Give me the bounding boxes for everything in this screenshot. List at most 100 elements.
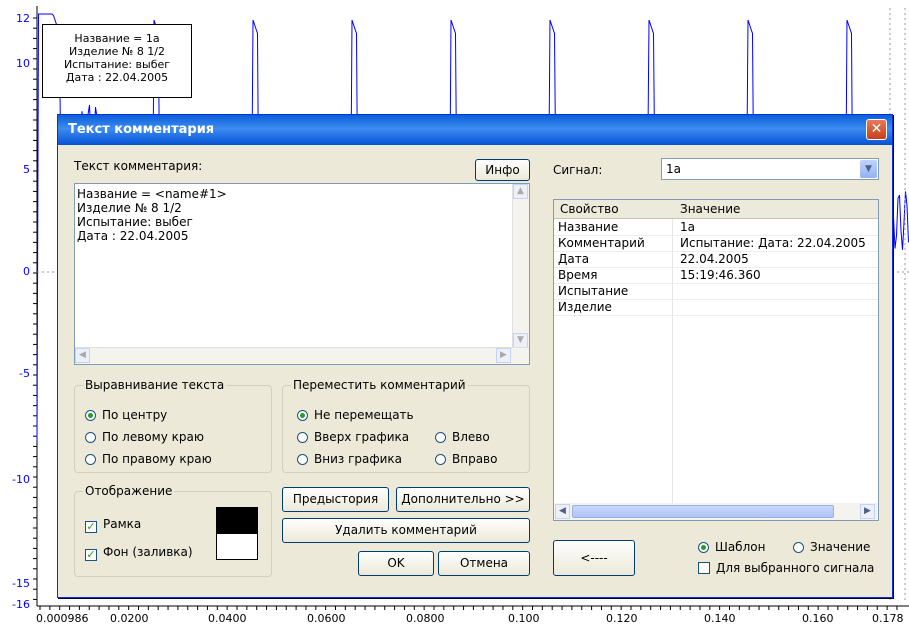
radio-label: Значение (810, 540, 871, 554)
chevron-down-icon[interactable]: ▼ (860, 160, 877, 178)
checkbox-label: Фон (заливка) (103, 545, 193, 559)
scroll-right-icon[interactable]: ▶ (496, 348, 511, 363)
y-tick: -16 (12, 598, 30, 611)
signal-label: Сигнал: (553, 163, 603, 177)
y-tick: 12 (16, 12, 30, 25)
y-tick: 0 (23, 265, 30, 278)
x-tick: 0.140 (704, 612, 736, 625)
y-tick: -10 (12, 473, 30, 486)
group-title: Отображение (83, 484, 175, 498)
close-button[interactable]: ✕ (866, 119, 887, 140)
x-tick: 0.000986 (36, 612, 89, 625)
fill-checkbox[interactable]: ✓ Фон (заливка) (85, 545, 193, 561)
align-center-radio[interactable]: По центру (85, 408, 167, 422)
x-tick: 0.100 (508, 612, 540, 625)
cell-property: Изделие (558, 300, 612, 314)
table-row[interactable]: Испытание (554, 283, 878, 300)
back-button[interactable]: <---- (553, 540, 635, 576)
scroll-down-icon[interactable]: ▼ (513, 333, 528, 348)
delete-comment-button[interactable]: Удалить комментарий (282, 518, 530, 543)
move-left-radio[interactable]: Влево (435, 430, 490, 444)
x-tick: 0.0200 (110, 612, 149, 625)
radio-label: Шаблон (715, 540, 766, 554)
grid-horizontal-scrollbar[interactable]: ◀ ▶ (554, 503, 878, 520)
info-button[interactable]: Инфо (475, 159, 530, 181)
cell-property: Время (558, 268, 598, 282)
chart-comment-line: Испытание: выбег (63, 58, 171, 71)
x-tick: 0.0600 (307, 612, 346, 625)
comment-text-line: Изделие № 8 1/2 (77, 201, 182, 215)
cell-value: 1а (680, 220, 695, 234)
radio-label: Не перемещать (314, 408, 414, 422)
checkbox-label: Рамка (103, 517, 142, 531)
chart-comment-line: Название = 1а (74, 32, 160, 45)
radio-label: Влево (452, 430, 490, 444)
radio-label: Вниз графика (314, 452, 403, 466)
group-title: Переместить комментарий (291, 378, 468, 392)
column-header-property[interactable]: Свойство (560, 202, 619, 216)
table-row[interactable]: Название 1а (554, 219, 878, 236)
group-title: Выравнивание текста (83, 378, 227, 392)
cell-property: Дата (558, 252, 590, 266)
move-comment-group: Переместить комментарий Не перемещать Вв… (282, 378, 530, 473)
comment-dialog: Текст комментария ✕ Текст комментария: И… (57, 114, 893, 598)
comment-text-line: Испытание: выбег (77, 215, 193, 229)
dialog-titlebar[interactable]: Текст комментария ✕ (58, 115, 892, 145)
chart-comment-line: Дата : 22.04.2005 (65, 71, 169, 84)
y-tick: 5 (23, 163, 30, 176)
comment-text-line: Дата : 22.04.2005 (77, 229, 189, 243)
move-right-radio[interactable]: Вправо (435, 452, 497, 466)
comment-text-line: Название = <name#1> (77, 187, 227, 201)
scroll-up-icon[interactable]: ▲ (513, 184, 528, 199)
align-left-radio[interactable]: По левому краю (85, 430, 204, 444)
x-tick: 0.0400 (208, 612, 247, 625)
radio-label: По центру (102, 408, 168, 422)
advanced-button[interactable]: Дополнительно >> (396, 487, 530, 512)
chart-comment-line: Изделие № 8 1/2 (68, 45, 166, 58)
signal-select-value: 1а (666, 162, 681, 176)
scroll-left-icon[interactable]: ◀ (555, 504, 570, 519)
column-header-value[interactable]: Значение (680, 202, 740, 216)
table-row[interactable]: Дата 22.04.2005 (554, 251, 878, 268)
signal-select[interactable]: 1а ▼ (661, 158, 879, 180)
textarea-horizontal-scrollbar[interactable]: ◀ ▶ (75, 347, 529, 364)
text-alignment-group: Выравнивание текста По центру По левому … (74, 378, 272, 473)
scroll-thumb[interactable] (572, 505, 834, 518)
properties-grid[interactable]: Свойство Значение Название 1а Комментарий… (553, 199, 879, 521)
x-tick: 0.160 (802, 612, 834, 625)
prehistory-button[interactable]: Предыстория (282, 487, 389, 512)
selected-signal-checkbox[interactable]: Для выбранного сигнала (698, 561, 874, 575)
move-top-radio[interactable]: Вверх графика (297, 430, 409, 444)
move-bottom-radio[interactable]: Вниз графика (297, 452, 402, 466)
chart-comment-box[interactable]: Название = 1а Изделие № 8 1/2 Испытание:… (42, 24, 192, 98)
textarea-vertical-scrollbar[interactable]: ▲ ▼ (512, 184, 529, 348)
fill-color-swatch[interactable] (216, 533, 258, 560)
radio-label: По правому краю (102, 452, 212, 466)
cell-value: 22.04.2005 (680, 252, 749, 266)
display-group: Отображение ✓ Рамка ✓ Фон (заливка) (74, 484, 272, 577)
frame-color-swatch[interactable] (216, 507, 258, 533)
table-row[interactable]: Изделие (554, 299, 878, 316)
x-tick: 0.120 (606, 612, 638, 625)
checkbox-label: Для выбранного сигнала (716, 561, 875, 575)
table-row[interactable]: Время 15:19:46.360 (554, 267, 878, 284)
comment-textarea[interactable]: Название = <name#1> Изделие № 8 1/2 Испы… (74, 183, 530, 365)
x-tick: 0.178 (872, 612, 904, 625)
scroll-left-icon[interactable]: ◀ (75, 348, 90, 363)
cell-property: Испытание (558, 284, 629, 298)
radio-label: Вверх графика (314, 430, 410, 444)
y-tick: 10 (16, 57, 30, 70)
frame-checkbox[interactable]: ✓ Рамка (85, 517, 141, 533)
table-row[interactable]: Комментарий Испытание: Дата: 22.04.2005 (554, 235, 878, 252)
radio-label: Вправо (452, 452, 498, 466)
ok-button[interactable]: OK (358, 551, 434, 576)
template-radio[interactable]: Шаблон (698, 540, 765, 554)
radio-label: По левому краю (102, 430, 204, 444)
scroll-right-icon[interactable]: ▶ (860, 504, 875, 519)
move-none-radio[interactable]: Не перемещать (297, 408, 414, 422)
cancel-button[interactable]: Отмена (438, 551, 530, 576)
align-right-radio[interactable]: По правому краю (85, 452, 212, 466)
value-radio[interactable]: Значение (793, 540, 870, 554)
cell-value: 15:19:46.360 (680, 268, 761, 282)
dialog-title: Текст комментария (68, 122, 215, 137)
